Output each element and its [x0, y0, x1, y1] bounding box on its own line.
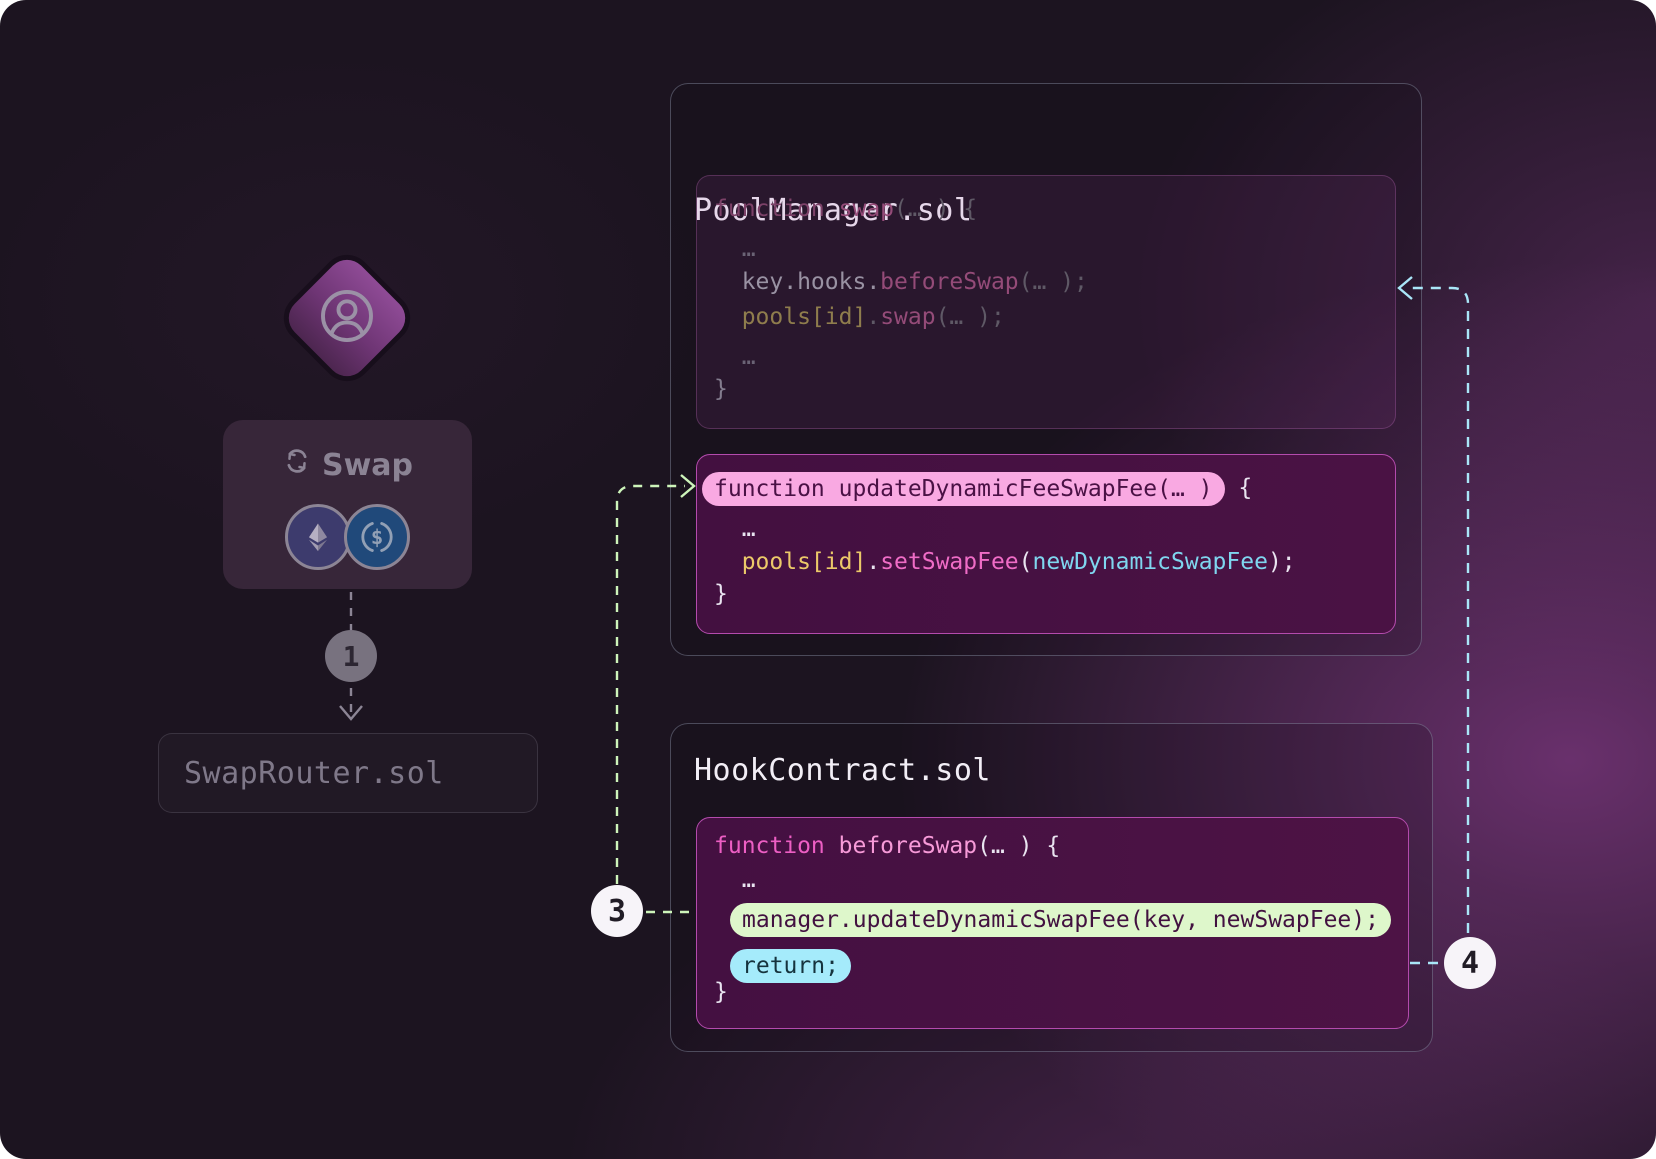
hookcontract-codeblock: function beforeSwap(… ) { … manager.upda… [696, 817, 1409, 1029]
code-line: … [714, 339, 756, 375]
code-line: manager.updateDynamicSwapFee(key, newSwa… [742, 898, 1391, 940]
highlight-pill-green: manager.updateDynamicSwapFee(key, newSwa… [730, 903, 1391, 937]
code-line: function swap(… ) { [714, 191, 977, 227]
poolmanager-swap-codeblock: function swap(… ) { … key.hooks.beforeSw… [696, 175, 1396, 429]
swaprouter-label: SwapRouter.sol [184, 756, 444, 791]
usdc-coin-icon: $ [344, 504, 410, 570]
diagram-canvas: Swap $ SwapRouter.sol PoolManager.s [0, 0, 1656, 1159]
code-line: key.hooks.beforeSwap(… ); [714, 264, 1088, 300]
hookcontract-title: HookContract.sol [694, 749, 991, 793]
code-line: } [714, 371, 728, 407]
swap-card-label: Swap [322, 448, 413, 483]
code-line: } [714, 974, 728, 1010]
arrow-down-icon [340, 706, 362, 719]
poolmanager-panel: PoolManager.sol function swap(… ) { … ke… [670, 83, 1422, 656]
code-line: function updateDynamicFeeSwapFee(… ) { [714, 467, 1252, 509]
step-badge-1: 1 [325, 630, 377, 682]
code-line: return; [742, 944, 851, 986]
user-avatar-diamond [281, 252, 414, 385]
code-line: … [714, 511, 756, 547]
swaprouter-box: SwapRouter.sol [158, 733, 538, 813]
code-line: … [714, 231, 756, 267]
eth-coin-icon [285, 504, 351, 570]
code-line: pools[id].setSwapFee(newDynamicSwapFee); [714, 544, 1296, 580]
code-line: } [714, 576, 728, 612]
user-icon [316, 285, 378, 351]
highlight-pill-pink: function updateDynamicFeeSwapFee(… ) [702, 472, 1225, 506]
step-badge-4: 4 [1444, 937, 1496, 989]
code-line: … [714, 862, 756, 898]
hookcontract-panel: HookContract.sol function beforeSwap(… )… [670, 723, 1433, 1052]
code-line: function beforeSwap(… ) { [714, 828, 1060, 864]
poolmanager-updatefee-codeblock: function updateDynamicFeeSwapFee(… ) { …… [696, 454, 1396, 634]
svg-text:$: $ [371, 525, 384, 549]
swap-card: Swap $ [223, 420, 472, 589]
swap-icon [282, 446, 312, 484]
step-badge-3: 3 [591, 885, 643, 937]
code-line: pools[id].swap(… ); [714, 299, 1005, 335]
highlight-pill-cyan: return; [730, 949, 851, 983]
